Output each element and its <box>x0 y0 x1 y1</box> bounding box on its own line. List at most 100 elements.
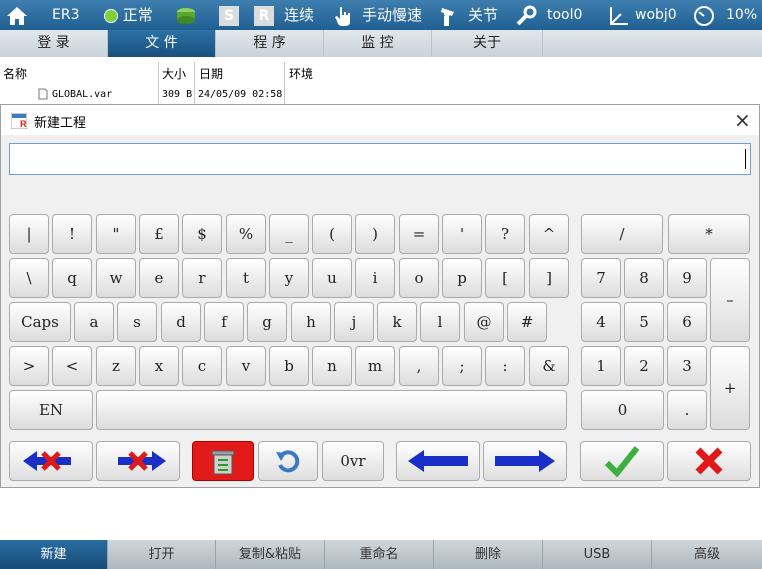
project-name-input[interactable] <box>9 143 751 175</box>
key-row2-7[interactable]: u <box>312 258 352 298</box>
numpad-key-slash[interactable]: / <box>581 214 663 254</box>
key-row2-0[interactable]: \ <box>9 258 49 298</box>
tab-login[interactable]: 登 录 <box>0 30 108 57</box>
key-row3-3[interactable]: d <box>161 302 201 342</box>
key-row1-6[interactable]: _ <box>269 214 309 254</box>
key-row4-8[interactable]: m <box>355 346 395 386</box>
speed-percent[interactable]: 10% <box>726 0 757 30</box>
key-row2-4[interactable]: r <box>182 258 222 298</box>
speed-mode[interactable]: 手动慢速 <box>362 0 422 30</box>
key-row3-7[interactable]: j <box>334 302 374 342</box>
usb-button[interactable]: USB <box>543 540 652 569</box>
mode-s-button[interactable]: S <box>219 0 239 30</box>
numpad-key-9[interactable]: 9 <box>667 258 707 298</box>
numpad-key-8[interactable]: 8 <box>624 258 664 298</box>
tab-file[interactable]: 文 件 <box>108 30 216 57</box>
key-row1-0[interactable]: | <box>9 214 49 254</box>
delete-button[interactable]: 删除 <box>434 540 543 569</box>
key-row4-0[interactable]: > <box>9 346 49 386</box>
open-button[interactable]: 打开 <box>108 540 216 569</box>
numpad-key-6[interactable]: 6 <box>667 302 707 342</box>
key-row4-7[interactable]: n <box>312 346 352 386</box>
key-row3-5[interactable]: g <box>247 302 287 342</box>
key-row4-12[interactable]: & <box>529 346 569 386</box>
numpad-key-minus[interactable]: – <box>710 258 750 342</box>
joint-icon[interactable] <box>436 0 458 30</box>
numpad-key-star[interactable]: * <box>668 214 750 254</box>
mode-r-button[interactable]: R <box>254 0 274 30</box>
tab-about[interactable]: 关于 <box>432 30 543 57</box>
key-row1-3[interactable]: £ <box>139 214 179 254</box>
column-env[interactable]: 环境 <box>289 65 313 82</box>
numpad-key-5[interactable]: 5 <box>624 302 664 342</box>
key-row1-1[interactable]: ! <box>52 214 92 254</box>
key-row3-9[interactable]: l <box>420 302 460 342</box>
confirm-button[interactable] <box>580 441 664 481</box>
tab-monitor[interactable]: 监 控 <box>324 30 432 57</box>
key-row1-7[interactable]: ( <box>312 214 352 254</box>
key-row3-4[interactable]: f <box>204 302 244 342</box>
key-row4-2[interactable]: z <box>96 346 136 386</box>
cursor-right-button[interactable] <box>483 441 567 481</box>
numpad-key-0[interactable]: 0 <box>581 390 664 430</box>
tab-program[interactable]: 程 序 <box>216 30 324 57</box>
key-row1-2[interactable]: " <box>96 214 136 254</box>
numpad-key-7[interactable]: 7 <box>581 258 621 298</box>
key-row3-2[interactable]: s <box>117 302 157 342</box>
key-row3-11[interactable]: # <box>507 302 547 342</box>
key-row4-1[interactable]: < <box>52 346 92 386</box>
key-row4-11[interactable]: : <box>485 346 525 386</box>
key-row4-3[interactable]: x <box>139 346 179 386</box>
numpad-key-1[interactable]: 1 <box>581 346 621 386</box>
key-row2-2[interactable]: w <box>96 258 136 298</box>
key-row3-10[interactable]: @ <box>464 302 504 342</box>
wobj-icon[interactable] <box>608 0 630 30</box>
key-row1-4[interactable]: $ <box>182 214 222 254</box>
coord-mode[interactable]: 关节 <box>468 0 498 30</box>
key-row3-8[interactable]: k <box>377 302 417 342</box>
key-row1-12[interactable]: ^ <box>529 214 569 254</box>
column-date[interactable]: 日期 <box>199 65 223 82</box>
run-mode[interactable]: 连续 <box>284 0 314 30</box>
cancel-button[interactable] <box>667 441 751 481</box>
numpad-key-4[interactable]: 4 <box>581 302 621 342</box>
key-row2-1[interactable]: q <box>52 258 92 298</box>
key-row2-12[interactable]: ] <box>529 258 569 298</box>
home-icon[interactable] <box>6 0 28 30</box>
numpad-key-3[interactable]: 3 <box>667 346 707 386</box>
servo-icon[interactable] <box>175 0 197 30</box>
numpad-key-dot[interactable]: . <box>667 390 707 430</box>
key-row1-9[interactable]: = <box>399 214 439 254</box>
column-name[interactable]: 名称 <box>3 65 27 82</box>
numpad-key-plus[interactable]: + <box>710 346 750 430</box>
cursor-left-button[interactable] <box>396 441 480 481</box>
key-row2-10[interactable]: p <box>442 258 482 298</box>
key-row4-10[interactable]: ; <box>442 346 482 386</box>
copy-paste-button[interactable]: 复制&粘贴 <box>216 540 325 569</box>
robot-name[interactable]: ER3 <box>52 0 79 30</box>
key-row2-8[interactable]: i <box>355 258 395 298</box>
key-row1-5[interactable]: % <box>226 214 266 254</box>
numpad-key-2[interactable]: 2 <box>624 346 664 386</box>
delete-left-button[interactable] <box>9 441 93 481</box>
key-row3-0[interactable]: Caps <box>9 302 71 342</box>
key-row2-9[interactable]: o <box>399 258 439 298</box>
state-indicator[interactable]: 正常 <box>104 0 153 30</box>
advanced-button[interactable]: 高级 <box>652 540 762 569</box>
table-row[interactable]: GLOBAL.var 309 B 24/05/09 02:58 <box>0 84 762 104</box>
delete-right-button[interactable] <box>96 441 180 481</box>
speed-dial-icon[interactable] <box>693 0 715 30</box>
key-row2-11[interactable]: [ <box>485 258 525 298</box>
rename-button[interactable]: 重命名 <box>325 540 434 569</box>
hand-icon[interactable] <box>332 0 354 30</box>
language-key[interactable]: EN <box>9 390 93 430</box>
key-row1-10[interactable]: ' <box>442 214 482 254</box>
key-row3-6[interactable]: h <box>291 302 331 342</box>
key-row4-5[interactable]: v <box>226 346 266 386</box>
key-row4-4[interactable]: c <box>182 346 222 386</box>
close-icon[interactable]: × <box>734 108 751 132</box>
key-row1-11[interactable]: ? <box>485 214 525 254</box>
key-row2-6[interactable]: y <box>269 258 309 298</box>
key-row2-3[interactable]: e <box>139 258 179 298</box>
column-size[interactable]: 大小 <box>162 65 186 82</box>
